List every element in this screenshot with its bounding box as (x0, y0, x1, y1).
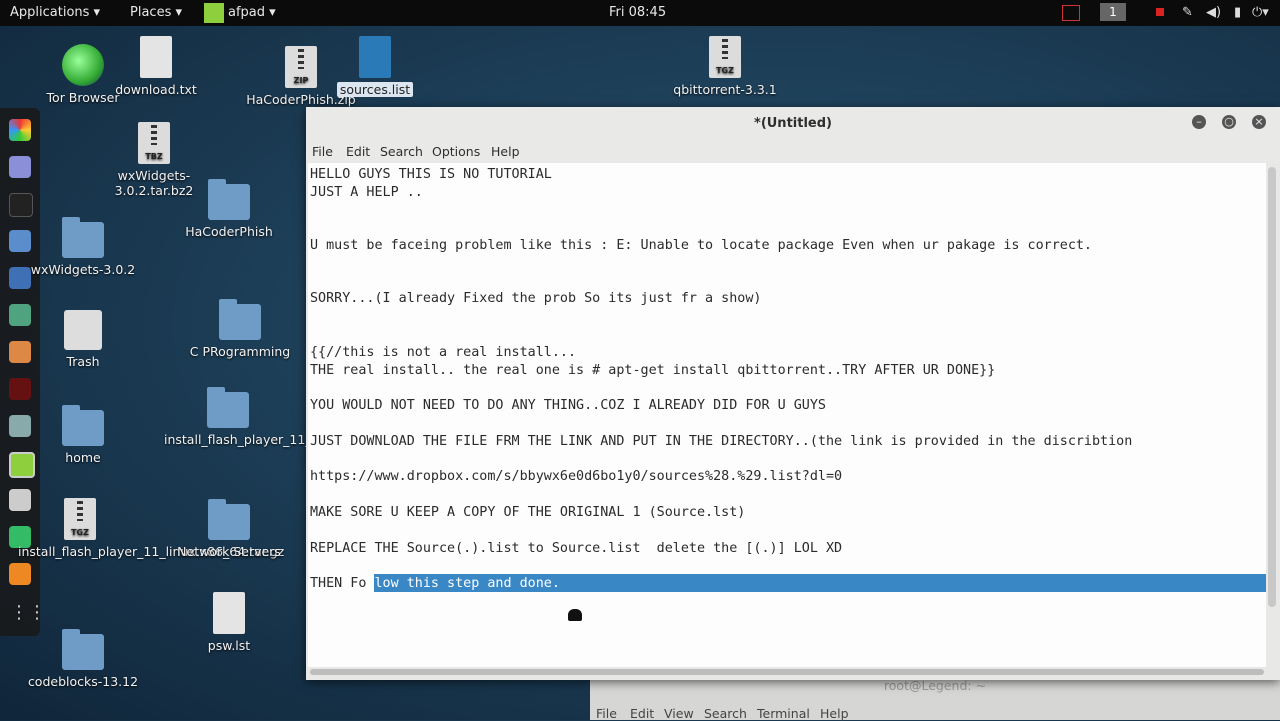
icon-label: wxWidgets-3.0.2 (30, 262, 136, 277)
show-apps-icon[interactable]: ⋮⋮ (10, 602, 46, 623)
desktop-icon-install-flash-folder[interactable]: install_flash_player_11_linux.x86_64 (164, 387, 391, 447)
desktop-icon-hacoderphish[interactable]: HaCoderPhish (164, 179, 294, 239)
console-icon[interactable] (9, 193, 33, 217)
folder-icon (62, 629, 104, 670)
desktop-icon-install-flash-tar[interactable]: TGZ install_flash_player_11_linux.x86_64… (18, 498, 284, 559)
record-stop-icon[interactable] (1156, 8, 1164, 16)
terminal-menu-search[interactable]: Search (704, 706, 747, 721)
power-menu-icon[interactable]: ⏻▾ (1252, 5, 1269, 20)
icon-label: Trash (66, 354, 100, 369)
terminal-title: root@Legend: ~ (883, 678, 987, 693)
window-title: *(Untitled) (754, 116, 832, 131)
tgz-archive-icon: TGZ (64, 498, 96, 540)
workspace-indicator[interactable]: 1 (1100, 3, 1126, 21)
text-line: JUST DOWNLOAD THE FILE FRM THE LINK AND … (310, 434, 1133, 449)
icon-label: C PRogramming (189, 344, 291, 359)
text-line: MAKE SORE U KEEP A COPY OF THE ORIGINAL … (310, 505, 746, 520)
folder-icon (62, 217, 104, 258)
tbz-archive-icon: TBZ (138, 122, 170, 164)
terminal-window[interactable]: root@Legend: ~ File Edit View Search Ter… (590, 678, 1280, 721)
icon-label: Network Servers (177, 544, 281, 559)
folder-icon (219, 299, 261, 340)
volume-icon[interactable]: ◀) (1206, 5, 1221, 20)
desktop-icon-trash[interactable]: Trash (18, 310, 148, 369)
window-titlebar[interactable]: *(Untitled) – ○ × (306, 107, 1280, 142)
icon-label: codeblocks-13.12 (27, 674, 139, 689)
desktop-icon-sources-list[interactable]: sources.list (310, 36, 440, 97)
selected-text: llow this step and done. (366, 576, 560, 591)
menu-search[interactable]: Search (380, 144, 423, 159)
desktop-icon-qbittorrent[interactable]: TGZ qbittorrent-3.3.1 (660, 36, 790, 97)
terminal-menu-file[interactable]: File (596, 706, 617, 721)
minimize-icon[interactable]: – (1192, 115, 1206, 129)
horizontal-scrollbar[interactable] (310, 669, 1264, 675)
text-line: https://www.dropbox.com/s/bbywx6e0d6bo1y… (310, 469, 843, 484)
menu-help[interactable]: Help (491, 144, 520, 159)
text-line: THE real install.. the real one is # apt… (310, 363, 996, 378)
trash-icon (64, 310, 102, 350)
menu-edit[interactable]: Edit (346, 144, 370, 159)
icon-label: home (65, 450, 101, 465)
close-icon[interactable]: × (1252, 115, 1266, 129)
text-line: YOU WOULD NOT NEED TO DO ANY THING..COZ … (310, 398, 826, 413)
mouse-cursor-icon (568, 609, 582, 621)
battery-icon[interactable]: ▮ (1234, 5, 1241, 20)
tgz-archive-icon: TGZ (709, 36, 741, 78)
unselected-text: THEN Fo (310, 576, 367, 591)
folder-icon (207, 387, 249, 428)
text-file-icon (213, 592, 245, 634)
vertical-scrollbar[interactable] (1268, 167, 1276, 607)
desktop-icon-wxwidgets-folder[interactable]: wxWidgets-3.0.2 (18, 217, 148, 277)
leafpad-window: *(Untitled) – ○ × File Edit Search Optio… (306, 107, 1280, 680)
icon-label: download.txt (115, 82, 197, 97)
places-menu[interactable]: Places ▾ (130, 5, 182, 20)
text-line: JUST A HELP .. (310, 185, 423, 200)
desktop-icon-home[interactable]: home (18, 405, 148, 465)
desktop-icon-network-servers[interactable]: Network Servers (164, 499, 294, 559)
terminal-menu-edit[interactable]: Edit (630, 706, 654, 721)
text-editor-area[interactable]: HELLO GUYS THIS IS NO TUTORIAL JUST A HE… (308, 163, 1266, 667)
icon-label: HaCoderPhish (185, 224, 273, 239)
clock[interactable]: Fri 08:45 (609, 5, 666, 20)
leafpad-app-icon (204, 3, 224, 23)
text-line: SORRY...(I already Fixed the prob So its… (310, 291, 762, 306)
tool-icon[interactable] (9, 378, 31, 400)
folder-icon (208, 179, 250, 220)
menu-file[interactable]: File (312, 144, 333, 159)
text-file-icon (140, 36, 172, 78)
top-panel: Applications ▾ Places ▾ afpad ▾ Fri 08:4… (0, 0, 1280, 26)
app-grid-colorful-icon[interactable] (9, 119, 31, 141)
network-folder-icon (208, 499, 250, 540)
menu-options[interactable]: Options (432, 144, 480, 159)
home-folder-icon (62, 405, 104, 446)
text-line: U must be faceing problem like this : E:… (310, 238, 1092, 253)
desktop-icon-download-txt[interactable]: download.txt (91, 36, 221, 97)
active-app-menu[interactable]: afpad ▾ (228, 5, 276, 20)
text-line: HELLO GUYS THIS IS NO TUTORIAL (310, 167, 552, 182)
pen-icon[interactable]: ✎ (1182, 5, 1193, 20)
desktop-icon-psw-list[interactable]: psw.lst (164, 592, 294, 653)
terminal-menu-view[interactable]: View (664, 706, 694, 721)
desktop-icon-codeblocks[interactable]: codeblocks-13.12 (18, 629, 148, 689)
list-file-icon (359, 36, 391, 78)
text-line: {{//this is not a real install... (310, 345, 577, 360)
firefox-icon[interactable] (9, 563, 31, 585)
screen-record-icon[interactable] (1062, 5, 1080, 21)
terminal-menu-terminal[interactable]: Terminal (757, 706, 810, 721)
text-line: REPLACE THE Source(.).list to Source.lis… (310, 541, 843, 556)
terminal-menu-help[interactable]: Help (820, 706, 849, 721)
terminal-app-icon[interactable] (9, 156, 31, 178)
icon-label: psw.lst (207, 638, 251, 653)
icon-label: sources.list (336, 82, 414, 97)
desktop-icon-c-programming[interactable]: C PRogramming (175, 299, 305, 359)
menubar: File Edit Search Options Help (306, 141, 1280, 163)
applications-menu[interactable]: Applications ▾ (10, 5, 100, 20)
icon-label: qbittorrent-3.3.1 (673, 82, 777, 97)
maximize-icon[interactable]: ○ (1222, 115, 1236, 129)
text-line-selected: THEN Follow this step and done. (310, 575, 560, 592)
